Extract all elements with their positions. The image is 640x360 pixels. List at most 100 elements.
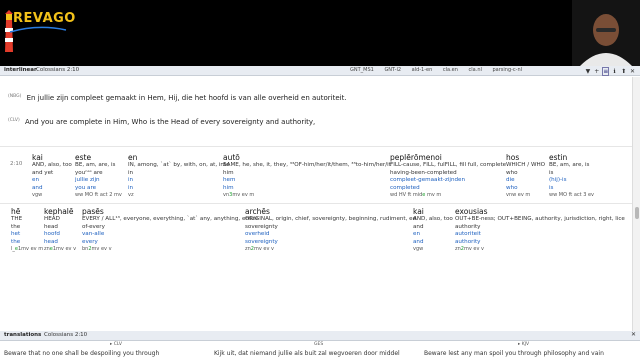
gloss-text: ORIGINAL, origin, chief, sovereignty, be… <box>245 216 417 222</box>
tab-cla-en[interactable]: cla.en <box>443 67 458 73</box>
webcam-video <box>572 0 640 66</box>
word-column[interactable]: exousias OUT+BE-ness; OUT+BEING, authorit… <box>455 207 625 254</box>
column-kjv[interactable]: ▸ KJV <box>518 342 529 347</box>
gloss-text: BE, am, are, is <box>549 162 590 168</box>
panel-reference[interactable]: Colossians 2:10 <box>44 332 87 338</box>
word-column[interactable]: archēs ORIGINAL, origin, chief, sovereign… <box>245 207 416 254</box>
greek-word: archēs <box>245 207 270 216</box>
morphology: vgw <box>32 192 72 200</box>
word-column[interactable]: autō SAME, he, she, it, they, ³³OF-him/he… <box>223 153 391 200</box>
panel-title: interlinear <box>4 67 37 73</box>
gloss-text: BE, am, are, is <box>75 162 116 168</box>
greek-word: exousias <box>455 207 488 216</box>
presenter-image <box>572 0 640 66</box>
gloss-short: having-been-completed <box>390 169 457 176</box>
translation-ges: Kijk uit, dat niemand jullie als buit za… <box>214 350 400 357</box>
gloss-short: is <box>549 169 554 176</box>
dropdown-icon[interactable]: ▼ <box>584 68 591 75</box>
logo-wordmark: REVAGO <box>13 11 76 26</box>
gloss-short: of-every <box>82 223 105 230</box>
tab-gnt-l2[interactable]: GNT-l2 <box>384 67 401 73</box>
dutch-gloss: die <box>506 177 515 183</box>
menu-icon[interactable]: ≡ <box>602 67 610 76</box>
up-arrow-icon[interactable]: ⬆ <box>620 68 627 75</box>
dutch-gloss: het <box>11 231 21 237</box>
word-column[interactable]: estin BE, am, are, is is (hij)-is is ww MO ft… <box>549 153 594 200</box>
morph-part: vz <box>128 192 134 198</box>
greek-word: este <box>75 153 92 162</box>
scrollbar-thumb[interactable] <box>635 207 639 219</box>
dutch-gloss: (hij)-is <box>549 177 567 183</box>
gloss-short: authority <box>455 223 481 230</box>
dutch-gloss: overheid <box>245 231 270 237</box>
tab-ald-1-en[interactable]: ald-1-en <box>412 67 433 73</box>
version-text: En jullie zijn compleet gemaakt in Hem, … <box>26 94 347 102</box>
close-icon[interactable]: ✕ <box>629 68 636 75</box>
morph-part: mv ev m <box>232 192 255 198</box>
greek-word: kai <box>413 207 424 216</box>
column-ges[interactable]: GES <box>314 342 323 347</box>
module-tabs: GNT_MS1 GNT-l2 ald-1-en cla.en cla.nl pa… <box>350 67 531 73</box>
version-tag: (NBG) <box>8 94 22 99</box>
dutch-gloss: in <box>128 177 134 183</box>
gloss-short: him <box>223 169 234 176</box>
morphology: vz <box>128 192 230 200</box>
dutch-gloss: hem <box>223 177 236 183</box>
gloss-short: head <box>44 223 58 230</box>
english-gloss: who <box>506 184 518 191</box>
translation-clv: Beware that no one shall be despoiling y… <box>4 350 160 357</box>
translations-panel: translations Colossians 2:10 ✕ ▸ CLV GES… <box>0 331 640 360</box>
dutch-gloss: compleet-gemaakt-zijnden <box>390 177 466 183</box>
gloss-text: AND, also, too <box>413 216 453 222</box>
verse-reference: 2:10 <box>10 161 23 167</box>
gloss-short: in <box>128 169 134 176</box>
word-column[interactable]: hos WHICH / WHO who die who vnw ev m <box>506 153 545 200</box>
morph-part: ww MO ft act 2 mv <box>75 192 122 198</box>
morphology: ww MO ft act 3 ev <box>549 192 594 200</box>
morphology: zn2mv ev v <box>245 246 416 254</box>
top-banner: REVAGO <box>0 0 640 66</box>
greek-word: peplērōmenoi <box>390 153 442 162</box>
word-column[interactable]: este BE, am, are, is youⁿᵃˢ are jullie zijn… <box>75 153 122 200</box>
greek-word: hē <box>11 207 21 216</box>
logo-swoosh-icon <box>9 26 67 33</box>
morphology: bn2mv ev v <box>82 246 258 254</box>
gloss-short: and <box>413 223 424 230</box>
morphology: l_e1mv ev m <box>11 246 43 254</box>
greek-word: estin <box>549 153 568 162</box>
morph-part: wd HV ft mid <box>390 192 423 198</box>
word-column[interactable]: kephalē HEAD head hoofd head zne1mv ev v <box>44 207 76 254</box>
english-gloss: completed <box>390 184 420 191</box>
word-column[interactable]: pasēs EVERY / ALL¹³, everyone, everything… <box>82 207 258 254</box>
translations-header: translations Colossians 2:10 ✕ <box>0 331 640 341</box>
info-icon[interactable]: ℹ <box>611 68 618 75</box>
vertical-scrollbar[interactable] <box>632 77 640 331</box>
close-icon[interactable]: ✕ <box>631 331 636 338</box>
english-gloss: and <box>413 238 424 245</box>
morph-part: mv ev v <box>91 246 112 252</box>
interlinear-header: interlinear Colossians 2:10 GNT_MS1 GNT-… <box>0 66 640 76</box>
version-tag: (CLV) <box>8 118 20 123</box>
dutch-gloss: en <box>413 231 420 237</box>
gloss-text: HEAD <box>44 216 60 222</box>
panel-reference[interactable]: Colossians 2:10 <box>36 67 79 73</box>
plus-icon[interactable]: + <box>593 68 600 75</box>
tab-gnt-ms1[interactable]: GNT_MS1 <box>350 67 374 73</box>
word-column[interactable]: hē THE the het the l_e1mv ev m <box>11 207 43 254</box>
divider <box>0 203 632 204</box>
word-column[interactable]: kai AND, also, too and en and vgw <box>413 207 453 254</box>
morph-part: ww MO ft act 3 ev <box>549 192 594 198</box>
translation-kjv: Beware lest any man spoil you through ph… <box>424 350 604 357</box>
english-gloss: head <box>44 238 58 245</box>
word-column[interactable]: en IN, among, `at` by, with, on, at, into… <box>128 153 230 200</box>
panel-title: translations <box>4 332 42 338</box>
word-column[interactable]: peplērōmenoi FILL-cause, FILL, fulFILL, f… <box>390 153 506 200</box>
gloss-short: youⁿᵃˢ are <box>75 169 103 176</box>
tab-cla-nl[interactable]: cla.nl <box>469 67 482 73</box>
tab-parsing-c-nl[interactable]: parsing-c-nl <box>492 67 522 73</box>
morph-part: vgw <box>32 192 43 198</box>
word-column[interactable]: kai AND, also, too and yet en and vgw <box>32 153 72 200</box>
column-clv[interactable]: ▸ CLV <box>110 342 122 347</box>
morphology: zn2mv ev v <box>455 246 625 254</box>
dutch-gloss: hoofd <box>44 231 60 237</box>
